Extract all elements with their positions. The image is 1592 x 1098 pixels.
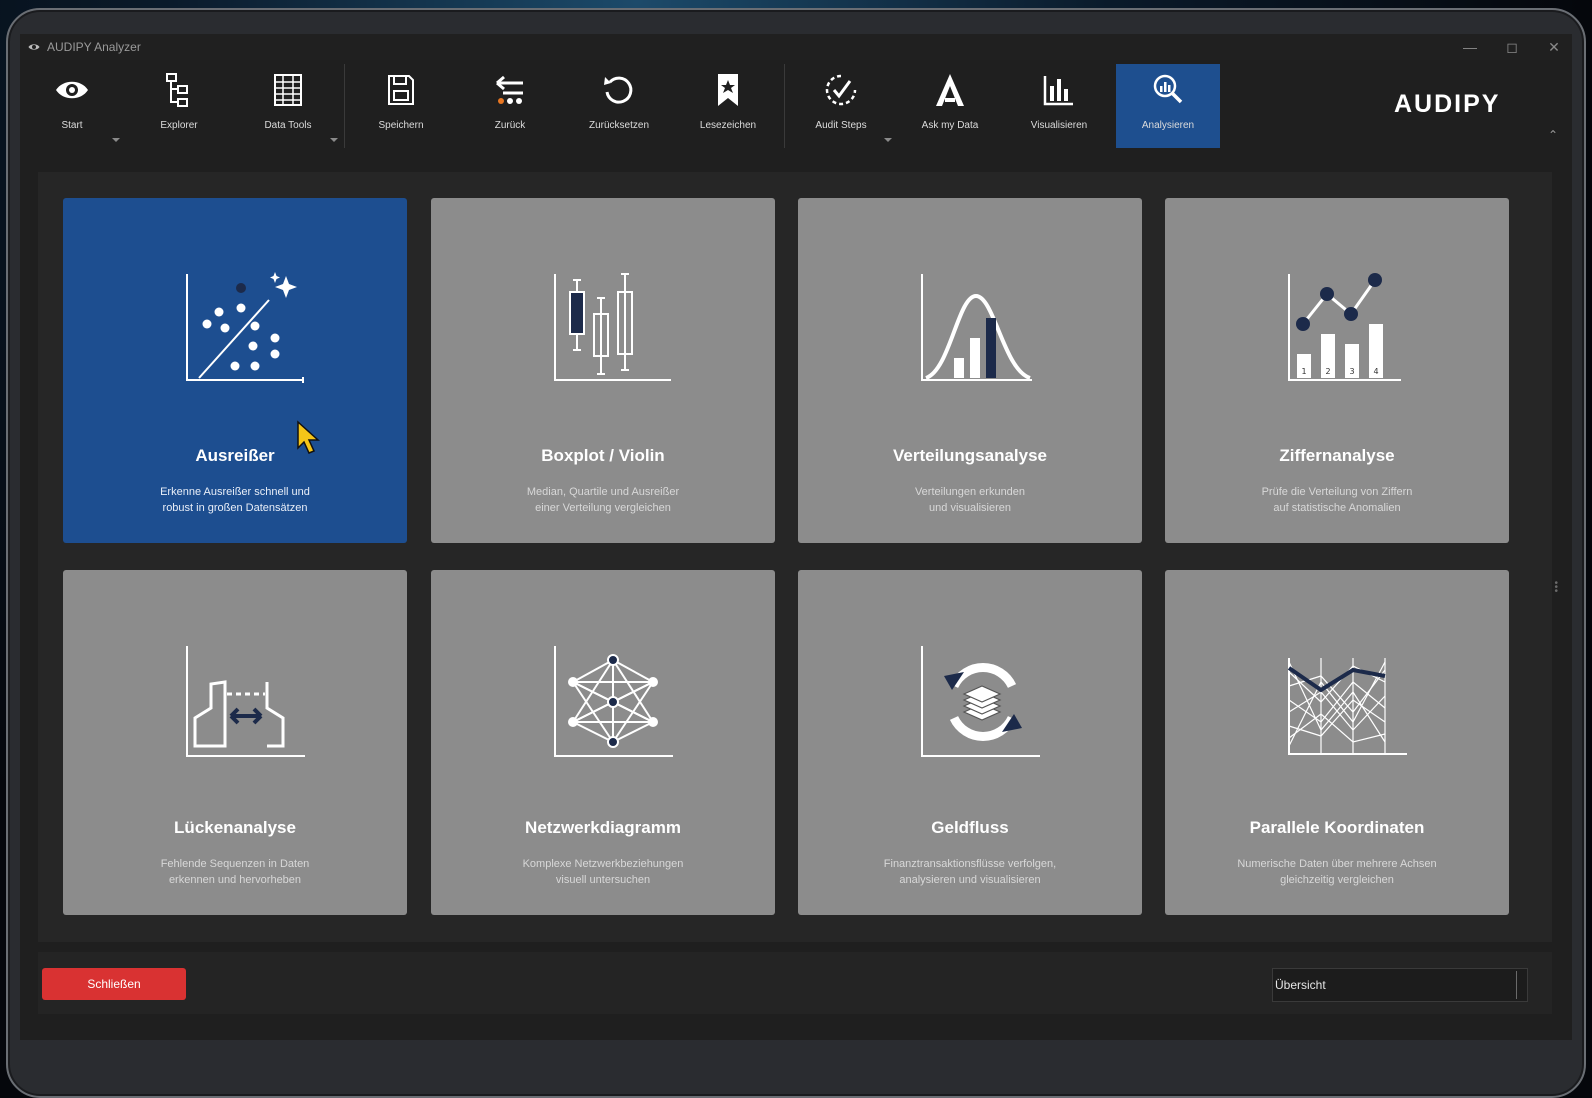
overview-value: Übersicht (1275, 978, 1326, 992)
ai-letter-icon (936, 74, 964, 106)
audit-steps-label: Audit Steps (815, 120, 867, 131)
boxplot-icon (554, 273, 671, 381)
tile-description: Komplexe Netzwerkbeziehungen visuell unt… (522, 858, 684, 886)
eye-icon (56, 81, 88, 99)
ask-my-data-button[interactable]: Ask my Data (898, 64, 1002, 148)
close-button[interactable]: Schließen (42, 968, 186, 1000)
close-icon[interactable]: ✕ (1544, 39, 1564, 56)
tile-parallel-coordinates[interactable]: Parallele Koordinaten Numerische Daten ü… (1165, 570, 1509, 915)
start-dropdown-caret[interactable] (112, 138, 120, 142)
save-label: Speichern (378, 120, 424, 131)
minimize-icon[interactable]: — (1460, 39, 1480, 55)
bookmark-button[interactable]: Lesezeichen (676, 64, 780, 148)
toolbar-separator (784, 64, 785, 148)
analyze-button[interactable]: Analysieren (1116, 64, 1220, 148)
brand-logo: AUDIPY (1394, 90, 1501, 118)
ask-my-data-label: Ask my Data (921, 120, 979, 131)
digit-label: 2 (1325, 367, 1330, 376)
tile-distribution[interactable]: Verteilungsanalyse Verteilungen erkunden… (798, 198, 1142, 543)
footer-bar: Schließen Übersicht (38, 952, 1552, 1014)
parallel-coords-icon (1287, 658, 1407, 755)
tile-money-flow[interactable]: Geldfluss Finanztransaktionsflüsse verfo… (798, 570, 1142, 915)
save-button[interactable]: Speichern (349, 64, 453, 148)
reset-button[interactable]: Zurücksetzen (567, 64, 671, 148)
analyze-label: Analysieren (1141, 120, 1195, 131)
audit-steps-button[interactable]: Audit Steps (789, 64, 893, 148)
window-controls: — ◻ ✕ (1460, 34, 1564, 60)
save-icon (388, 75, 414, 105)
tile-title: Verteilungsanalyse (892, 446, 1048, 465)
tile-digit-analysis[interactable]: 1 2 3 4 Ziffernanalyse Prüfe die Verteil… (1165, 198, 1509, 543)
window-title: AUDIPY Analyzer (47, 40, 141, 54)
tile-title: Boxplot / Violin (541, 446, 665, 465)
reset-icon (604, 76, 633, 104)
overview-field[interactable]: Übersicht (1272, 968, 1528, 1002)
digit-label: 4 (1373, 367, 1378, 376)
tile-title: Netzwerkdiagramm (525, 818, 681, 837)
analysis-grid: Ausreißer Erkenne Ausreißer schnell und … (38, 172, 1552, 942)
tile-title: Parallele Koordinaten (1249, 818, 1425, 837)
explorer-label: Explorer (160, 120, 198, 131)
tile-title: Geldfluss (931, 818, 1009, 837)
gap-icon (186, 646, 305, 757)
tile-description: Numerische Daten über mehrere Achsen gle… (1237, 858, 1437, 886)
bookmark-label: Lesezeichen (699, 120, 757, 131)
audit-steps-dropdown-caret[interactable] (884, 138, 892, 142)
digit-chart-icon: 1 2 3 4 (1288, 273, 1401, 381)
data-tools-label: Data Tools (264, 120, 312, 131)
magnifier-chart-icon (1153, 74, 1183, 104)
tile-network[interactable]: Netzwerkdiagramm Komplexe Netzwerkbezieh… (431, 570, 775, 915)
bookmark-icon (718, 74, 738, 106)
mouse-cursor-icon (297, 420, 320, 454)
bar-chart-icon (1043, 76, 1073, 106)
scatter-outlier-icon (186, 272, 304, 383)
tile-description: Fehlende Sequenzen in Daten erkennen und… (160, 858, 310, 886)
data-tools-dropdown-caret[interactable] (330, 138, 338, 142)
field-divider (1516, 971, 1517, 999)
tile-boxplot[interactable]: Boxplot / Violin Median, Quartile und Au… (431, 198, 775, 543)
money-flow-icon (921, 646, 1040, 757)
back-button[interactable]: Zurück (458, 64, 562, 148)
eye-icon (28, 44, 40, 50)
back-icon (496, 75, 523, 104)
visualize-label: Visualisieren (1030, 120, 1088, 131)
back-label: Zurück (494, 120, 526, 131)
tile-outliers[interactable]: Ausreißer Erkenne Ausreißer schnell und … (63, 198, 407, 543)
audit-check-icon (825, 74, 857, 106)
data-tools-button[interactable]: Data Tools (236, 64, 340, 148)
chevron-up-icon[interactable]: ⌃ (1548, 128, 1558, 142)
resize-grip[interactable]: • • • (1554, 579, 1558, 597)
explorer-button[interactable]: Explorer (127, 64, 231, 148)
toolbar-separator (344, 64, 345, 148)
start-label: Start (61, 120, 83, 131)
tile-description: Finanztransaktionsflüsse verfolgen, anal… (883, 858, 1057, 886)
start-button[interactable]: Start (20, 64, 124, 148)
distribution-icon (921, 274, 1032, 381)
tile-description: Prüfe die Verteilung von Ziffern auf sta… (1261, 486, 1413, 514)
digit-label: 3 (1349, 367, 1354, 376)
tile-title: Ausreißer (195, 446, 275, 465)
app-window: AUDIPY Analyzer — ◻ ✕ Start Explorer Dat… (20, 34, 1572, 1040)
tile-description: Median, Quartile und Ausreißer einer Ver… (526, 486, 680, 514)
title-bar: AUDIPY Analyzer (20, 34, 1572, 60)
tile-gap-analysis[interactable]: Lückenanalyse Fehlende Sequenzen in Date… (63, 570, 407, 915)
tree-icon (166, 73, 188, 107)
digit-label: 1 (1301, 367, 1306, 376)
table-icon (274, 74, 302, 106)
maximize-icon[interactable]: ◻ (1502, 39, 1522, 56)
tile-description: Erkenne Ausreißer schnell und robust in … (160, 486, 310, 514)
reset-label: Zurücksetzen (588, 120, 650, 131)
tile-title: Lückenanalyse (174, 818, 296, 837)
network-icon (554, 646, 673, 757)
visualize-button[interactable]: Visualisieren (1007, 64, 1111, 148)
tile-description: Verteilungen erkunden und visualisieren (914, 486, 1026, 514)
tile-title: Ziffernanalyse (1279, 446, 1395, 465)
